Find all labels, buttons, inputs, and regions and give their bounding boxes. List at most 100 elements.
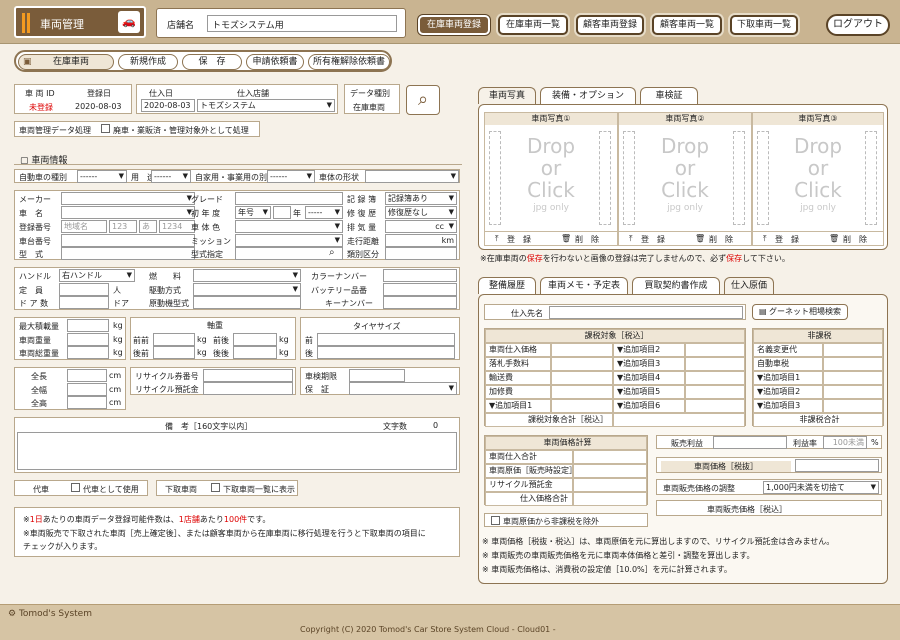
- color-select[interactable]: [235, 220, 343, 233]
- nontaxed-value[interactable]: [823, 357, 883, 371]
- goonet-search-button[interactable]: ▤ グーネット相場検索: [752, 304, 848, 320]
- tab-memo[interactable]: 車両メモ・予定表: [540, 277, 628, 294]
- photo-delete-button[interactable]: 削 除: [709, 234, 733, 245]
- magnifier-icon[interactable]: ⌕: [329, 247, 335, 258]
- displacement-field[interactable]: cc: [385, 220, 457, 233]
- taxed-row-label[interactable]: ▼追加項目1: [485, 399, 551, 413]
- regno-num-field[interactable]: 1234: [159, 220, 195, 233]
- tab-inspection-cert[interactable]: 車検証: [640, 87, 698, 104]
- veh-weight-field[interactable]: [67, 333, 109, 346]
- nav-stock-list-button[interactable]: 在庫車両一覧: [498, 15, 568, 35]
- drop-zone[interactable]: Drop or Click jpg only: [773, 135, 863, 215]
- supplier-field[interactable]: [549, 306, 743, 319]
- drop-zone[interactable]: Drop or Click jpg only: [505, 135, 597, 215]
- regno-kana-field[interactable]: あ: [139, 220, 157, 233]
- buy-shop-select[interactable]: トモズシステム: [197, 99, 335, 112]
- search-icon[interactable]: ⌕: [406, 85, 440, 115]
- private-select[interactable]: ------: [267, 170, 315, 183]
- photo-slot-2[interactable]: 車両写真② Drop or Click jpg only ⤒ 登 録 🗑 削 除: [618, 112, 752, 246]
- gross-weight-field[interactable]: [67, 346, 109, 359]
- key-no-field[interactable]: [383, 296, 457, 309]
- tab-contract[interactable]: 買取契約書作成: [632, 277, 720, 294]
- new-button[interactable]: 新規作成: [118, 54, 178, 70]
- era-select[interactable]: 年号: [235, 206, 271, 219]
- save-button[interactable]: 保 存: [182, 54, 242, 70]
- model-spec-field[interactable]: [235, 247, 343, 260]
- taxed-add-label[interactable]: ▼追加項目2: [613, 343, 685, 357]
- nontaxed-value[interactable]: [823, 371, 883, 385]
- height-field[interactable]: [67, 396, 107, 409]
- calc-value[interactable]: [573, 464, 647, 478]
- tab-photos[interactable]: 車両写真: [478, 87, 536, 104]
- tire-front-field[interactable]: [317, 333, 455, 346]
- axle-rf-field[interactable]: [153, 346, 195, 359]
- use-select[interactable]: ------: [151, 170, 191, 183]
- logout-button[interactable]: ログアウト: [826, 14, 890, 36]
- max-load-field[interactable]: [67, 319, 109, 332]
- shape-select[interactable]: [365, 170, 459, 183]
- tradein-checkbox[interactable]: [211, 483, 220, 492]
- axle-fr-field[interactable]: [233, 333, 277, 346]
- warranty-select[interactable]: [349, 382, 457, 395]
- axle-rr-field[interactable]: [233, 346, 277, 359]
- nontaxed-value[interactable]: [823, 385, 883, 399]
- repair-select[interactable]: 修復歴なし: [385, 206, 457, 219]
- taxed-add-value[interactable]: [685, 385, 745, 399]
- nontaxed-row-label[interactable]: ▼追加項目1: [753, 371, 823, 385]
- buy-date-field[interactable]: 2020-08-03: [141, 99, 195, 112]
- exclude-checkbox[interactable]: [491, 516, 500, 525]
- remarks-textarea[interactable]: [17, 432, 457, 470]
- handle-select[interactable]: 右ハンドル: [59, 269, 135, 282]
- class-div-field[interactable]: [385, 247, 457, 260]
- photo-register-button[interactable]: 登 録: [641, 234, 665, 245]
- drive-select[interactable]: [193, 283, 301, 296]
- taxed-value[interactable]: [551, 343, 613, 357]
- mgmt-checkbox[interactable]: [101, 124, 110, 133]
- nav-customer-list-button[interactable]: 顧客車両一覧: [652, 15, 722, 35]
- record-select[interactable]: 記録簿あり: [385, 192, 457, 205]
- mission-select[interactable]: [235, 234, 343, 247]
- recycle-no-field[interactable]: [203, 369, 293, 382]
- width-field[interactable]: [67, 383, 107, 396]
- drop-zone[interactable]: Drop or Click jpg only: [639, 135, 731, 215]
- tab-equipment[interactable]: 装備・オプション: [540, 87, 636, 104]
- photo-register-button[interactable]: 登 録: [775, 234, 799, 245]
- length-field[interactable]: [67, 369, 107, 382]
- month-select[interactable]: -----: [305, 206, 343, 219]
- mileage-field[interactable]: km: [385, 234, 457, 247]
- tab-maintenance[interactable]: 整備履歴: [478, 277, 536, 294]
- photo-delete-button[interactable]: 削 除: [843, 234, 867, 245]
- capacity-field[interactable]: [59, 283, 109, 296]
- nontaxed-row-label[interactable]: ▼追加項目3: [753, 399, 823, 413]
- model-field[interactable]: [61, 247, 195, 260]
- regno-area-field[interactable]: 地域名: [61, 220, 107, 233]
- taxed-value[interactable]: [551, 399, 613, 413]
- photo-register-button[interactable]: 登 録: [507, 234, 531, 245]
- color-no-field[interactable]: [383, 269, 457, 282]
- nontaxed-row-label[interactable]: ▼追加項目2: [753, 385, 823, 399]
- grade-field[interactable]: [235, 192, 343, 205]
- photo-slot-1[interactable]: 車両写真① Drop or Click jpg only ⤒ 登 録 🗑 削 除: [484, 112, 618, 246]
- nav-stock-register-button[interactable]: 在庫車両登録: [418, 15, 490, 35]
- taxed-add-value[interactable]: [685, 357, 745, 371]
- taxed-add-label[interactable]: ▼追加項目4: [613, 371, 685, 385]
- engine-field[interactable]: [193, 296, 301, 309]
- taxed-value[interactable]: [551, 371, 613, 385]
- inspection-field[interactable]: [349, 369, 405, 382]
- taxed-value[interactable]: [551, 385, 613, 399]
- adjust-select[interactable]: 1,000円未満を切捨て: [763, 481, 879, 494]
- taxed-add-value[interactable]: [685, 371, 745, 385]
- application-button[interactable]: 申請依頼書: [246, 54, 304, 70]
- car-name-select[interactable]: [61, 206, 195, 219]
- taxed-add-value[interactable]: [685, 399, 745, 413]
- recycle-dep-field[interactable]: [203, 382, 293, 395]
- shop-name-field[interactable]: トモズシステム用: [207, 15, 397, 32]
- tab-cost[interactable]: 仕入原価: [724, 277, 774, 294]
- maker-select[interactable]: [61, 192, 195, 205]
- tire-rear-field[interactable]: [317, 346, 455, 359]
- auto-type-select[interactable]: ------: [77, 170, 127, 183]
- app-logo[interactable]: 車両管理 🚗: [14, 6, 146, 38]
- taxed-add-label[interactable]: ▼追加項目3: [613, 357, 685, 371]
- year-field[interactable]: [273, 206, 291, 219]
- battery-field[interactable]: [383, 283, 457, 296]
